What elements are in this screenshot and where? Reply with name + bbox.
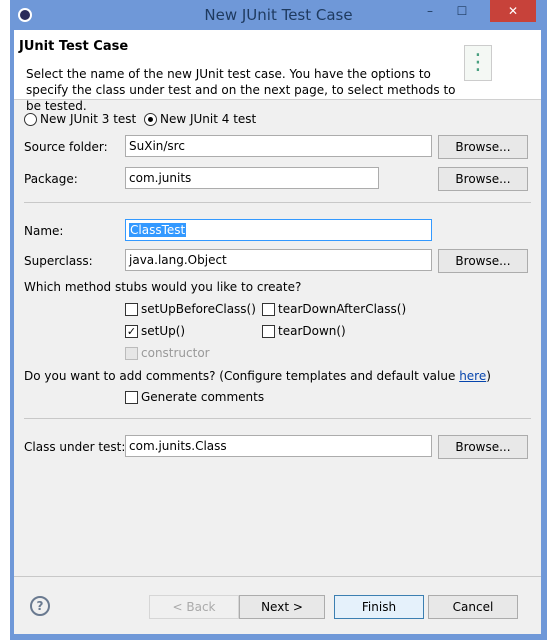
class-under-test-browse-button[interactable]: Browse... (438, 435, 528, 459)
stubs-question: Which method stubs would you like to cre… (24, 280, 302, 294)
dialog-content: JUnit Test Case Select the name of the n… (14, 30, 541, 634)
minimize-button[interactable]: – (415, 0, 445, 22)
source-folder-input[interactable]: SuXin/src (125, 135, 432, 157)
superclass-input[interactable]: java.lang.Object (125, 249, 432, 271)
footer-separator (14, 576, 541, 577)
title-bar: New JUnit Test Case – ☐ ✕ (10, 0, 547, 30)
comments-question: Do you want to add comments? (Configure … (24, 369, 491, 383)
setup-label[interactable]: setUp() (141, 324, 185, 338)
teardownafterclass-checkbox[interactable] (262, 303, 275, 316)
page-description: Select the name of the new JUnit test ca… (26, 67, 456, 113)
name-value: ClassTest (129, 223, 187, 237)
package-input[interactable]: com.junits (125, 167, 379, 189)
class-under-test-label: Class under test: (24, 440, 126, 454)
maximize-button[interactable]: ☐ (447, 0, 477, 22)
teardown-label[interactable]: tearDown() (278, 324, 346, 338)
back-button: < Back (149, 595, 239, 619)
junit4-label[interactable]: New JUnit 4 test (160, 112, 256, 126)
wizard-header: JUnit Test Case Select the name of the n… (14, 30, 541, 113)
source-folder-browse-button[interactable]: Browse... (438, 135, 528, 159)
junit3-label[interactable]: New JUnit 3 test (40, 112, 136, 126)
cancel-button[interactable]: Cancel (428, 595, 518, 619)
page-title: JUnit Test Case (19, 39, 129, 54)
setupbeforeclass-checkbox[interactable] (125, 303, 138, 316)
junit4-radio[interactable] (144, 113, 157, 126)
class-under-test-input[interactable]: com.junits.Class (125, 435, 432, 457)
teardown-checkbox[interactable] (262, 325, 275, 338)
separator (24, 418, 531, 419)
teardownafterclass-label[interactable]: tearDownAfterClass() (278, 302, 406, 316)
close-button[interactable]: ✕ (490, 0, 536, 22)
dialog-window: New JUnit Test Case – ☐ ✕ JUnit Test Cas… (10, 0, 547, 640)
junit3-radio[interactable] (24, 113, 37, 126)
next-button[interactable]: Next > (239, 595, 325, 619)
help-icon[interactable]: ? (30, 596, 50, 616)
constructor-label: constructor (141, 346, 210, 360)
junit-wizard-icon: ⋮ (464, 45, 492, 81)
comments-question-end: ) (486, 369, 491, 383)
name-input[interactable]: ClassTest (125, 219, 432, 241)
generate-comments-label[interactable]: Generate comments (141, 390, 264, 404)
superclass-label: Superclass: (24, 254, 93, 268)
constructor-checkbox (125, 347, 138, 360)
package-browse-button[interactable]: Browse... (438, 167, 528, 191)
setupbeforeclass-label[interactable]: setUpBeforeClass() (141, 302, 256, 316)
separator (24, 202, 531, 203)
comments-question-text: Do you want to add comments? (Configure … (24, 369, 460, 383)
package-label: Package: (24, 172, 78, 186)
setup-checkbox[interactable]: ✓ (125, 325, 138, 338)
name-label: Name: (24, 224, 64, 238)
configure-templates-link[interactable]: here (459, 369, 486, 383)
generate-comments-checkbox[interactable] (125, 391, 138, 404)
finish-button[interactable]: Finish (334, 595, 424, 619)
superclass-browse-button[interactable]: Browse... (438, 249, 528, 273)
source-folder-label: Source folder: (24, 140, 108, 154)
